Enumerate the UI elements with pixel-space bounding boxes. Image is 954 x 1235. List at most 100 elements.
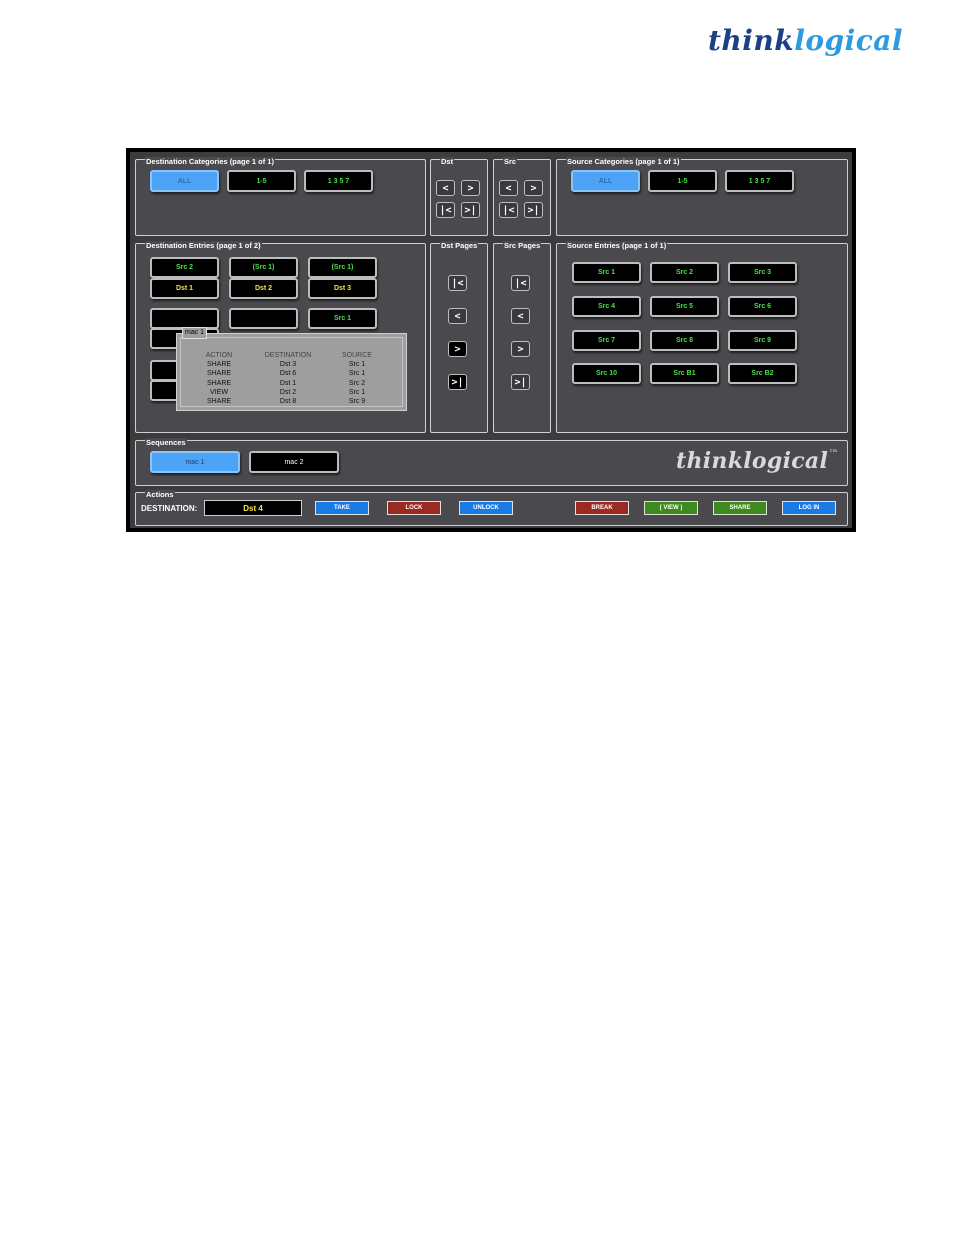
source-entry-button[interactable]: Src 10 <box>572 363 641 384</box>
source-entry-button[interactable]: Src 6 <box>728 296 797 317</box>
popup-cell: Src 1 <box>348 361 366 369</box>
dest-category-1357-button[interactable]: 1 3 5 7 <box>304 170 373 192</box>
source-entry-button[interactable]: Src 5 <box>650 296 719 317</box>
popup-cell: Dst 8 <box>279 398 297 406</box>
sequence-mac1-button[interactable]: mac 1 <box>150 451 240 473</box>
source-entry-button[interactable]: Src 2 <box>650 262 719 283</box>
popup-sequence-tag: mac 1 <box>182 327 208 339</box>
dst-next-button[interactable]: > <box>461 180 480 196</box>
dst-page-last-button[interactable]: >| <box>448 374 467 390</box>
dst-last-button[interactable]: >| <box>461 202 480 218</box>
destination-categories-panel: Destination Categories (page 1 of 1) ALL… <box>135 157 426 236</box>
panel-title: Src Pages <box>503 241 542 250</box>
popup-cell: Src 9 <box>348 398 366 406</box>
source-entry-button[interactable]: Src 8 <box>650 330 719 351</box>
src-last-button[interactable]: >| <box>524 202 543 218</box>
dest-entry-1-source[interactable]: Src 2 <box>150 257 219 278</box>
sequence-mac2-button[interactable]: mac 2 <box>249 451 339 473</box>
popup-cell: Dst 6 <box>279 370 297 378</box>
popup-cell: Dst 2 <box>279 388 297 396</box>
src-first-button[interactable]: |< <box>499 202 518 218</box>
dest-entry-3-button[interactable]: Dst 3 <box>308 278 377 299</box>
src-pages-panel: Src Pages |< < > >| <box>493 241 551 433</box>
dest-entry-3-source[interactable]: (Src 1) <box>308 257 377 278</box>
source-entry-button[interactable]: Src 7 <box>572 330 641 351</box>
popup-cell: Dst 1 <box>279 379 297 387</box>
trademark-mark: tm <box>830 448 838 454</box>
source-entries-panel: Source Entries (page 1 of 1) Src 1 Src 2… <box>556 241 848 433</box>
dst-prev-button[interactable]: < <box>436 180 455 196</box>
break-button[interactable]: BREAK <box>575 501 629 515</box>
src-category-1-5-button[interactable]: 1-5 <box>648 170 717 192</box>
panel-title: Source Categories (page 1 of 1) <box>566 157 681 166</box>
view-button[interactable]: ( VIEW ) <box>644 501 698 515</box>
dst-nav-panel: Dst < > |< >| <box>430 157 488 236</box>
panel-title: Actions <box>145 490 175 499</box>
dest-entry-2-button[interactable]: Dst 2 <box>229 278 298 299</box>
dst-page-next-button[interactable]: > <box>448 341 467 357</box>
source-entry-button[interactable]: Src 4 <box>572 296 641 317</box>
source-entry-button[interactable]: Src B1 <box>650 363 719 384</box>
lock-button[interactable]: LOCK <box>387 501 441 515</box>
logo-part-logical: logical <box>794 24 904 57</box>
popup-destination-column: DESTINATION Dst 3 Dst 6 Dst 1 Dst 2 Dst … <box>257 351 319 406</box>
control-panel: Destination Categories (page 1 of 1) ALL… <box>130 152 852 528</box>
dst-page-prev-button[interactable]: < <box>448 308 467 324</box>
src-nav-panel: Src < > |< >| <box>493 157 551 236</box>
popup-cell: Dst 3 <box>279 361 297 369</box>
take-button[interactable]: TAKE <box>315 501 369 515</box>
src-category-1357-button[interactable]: 1 3 5 7 <box>725 170 794 192</box>
thinklogical-brand-logo: thinklogical tm <box>676 448 838 474</box>
popup-action-column: ACTION SHARE SHARE SHARE VIEW SHARE <box>193 351 245 406</box>
sequence-preview-popup: ACTION SHARE SHARE SHARE VIEW SHARE DEST… <box>176 333 407 411</box>
src-category-all-button[interactable]: ALL <box>571 170 640 192</box>
popup-cell: SHARE <box>206 398 232 406</box>
switch-control-screenshot: Destination Categories (page 1 of 1) ALL… <box>126 148 856 532</box>
brand-text: thinklogical <box>676 448 829 474</box>
dst-first-button[interactable]: |< <box>436 202 455 218</box>
source-categories-panel: Source Categories (page 1 of 1) ALL 1-5 … <box>556 157 848 236</box>
panel-title: Destination Categories (page 1 of 1) <box>145 157 275 166</box>
popup-header-destination: DESTINATION <box>264 352 312 359</box>
unlock-button[interactable]: UNLOCK <box>459 501 513 515</box>
src-prev-button[interactable]: < <box>499 180 518 196</box>
dst-page-first-button[interactable]: |< <box>448 275 467 291</box>
src-page-first-button[interactable]: |< <box>511 275 530 291</box>
panel-title: Source Entries (page 1 of 1) <box>566 241 668 250</box>
src-page-last-button[interactable]: >| <box>511 374 530 390</box>
logo-part-think: think <box>708 24 795 57</box>
dest-entry-5-source[interactable] <box>229 308 298 329</box>
panel-title: Dst <box>440 157 455 166</box>
dest-category-1-5-button[interactable]: 1-5 <box>227 170 296 192</box>
source-entry-button[interactable]: Src 3 <box>728 262 797 283</box>
popup-header-source: SOURCE <box>342 352 372 359</box>
source-entry-button[interactable]: Src 1 <box>572 262 641 283</box>
destination-field[interactable]: Dst 4 <box>204 500 302 516</box>
src-page-prev-button[interactable]: < <box>511 308 530 324</box>
thinklogical-logo: thinklogical <box>708 24 903 57</box>
login-button[interactable]: LOG IN <box>782 501 836 515</box>
panel-title: Destination Entries (page 1 of 2) <box>145 241 262 250</box>
popup-cell: SHARE <box>206 361 232 369</box>
dest-entry-6-source[interactable]: Src 1 <box>308 308 377 329</box>
dst-pages-panel: Dst Pages |< < > >| <box>430 241 488 433</box>
popup-cell: Src 1 <box>348 370 366 378</box>
panel-title: Dst Pages <box>440 241 479 250</box>
source-entry-button[interactable]: Src 9 <box>728 330 797 351</box>
popup-cell: SHARE <box>206 379 232 387</box>
popup-cell: VIEW <box>210 388 228 396</box>
popup-cell: Src 2 <box>348 379 366 387</box>
panel-title: Src <box>503 157 518 166</box>
panel-title: Sequences <box>145 438 187 447</box>
src-page-next-button[interactable]: > <box>511 341 530 357</box>
popup-header-action: ACTION <box>205 352 233 359</box>
src-next-button[interactable]: > <box>524 180 543 196</box>
share-button[interactable]: SHARE <box>713 501 767 515</box>
dest-entry-1-button[interactable]: Dst 1 <box>150 278 219 299</box>
source-entry-button[interactable]: Src B2 <box>728 363 797 384</box>
destination-label: DESTINATION: <box>141 504 198 513</box>
popup-source-column: SOURCE Src 1 Src 1 Src 2 Src 1 Src 9 <box>333 351 381 406</box>
dest-entry-2-source[interactable]: (Src 1) <box>229 257 298 278</box>
dest-category-all-button[interactable]: ALL <box>150 170 219 192</box>
dest-entry-4-source[interactable] <box>150 308 219 329</box>
